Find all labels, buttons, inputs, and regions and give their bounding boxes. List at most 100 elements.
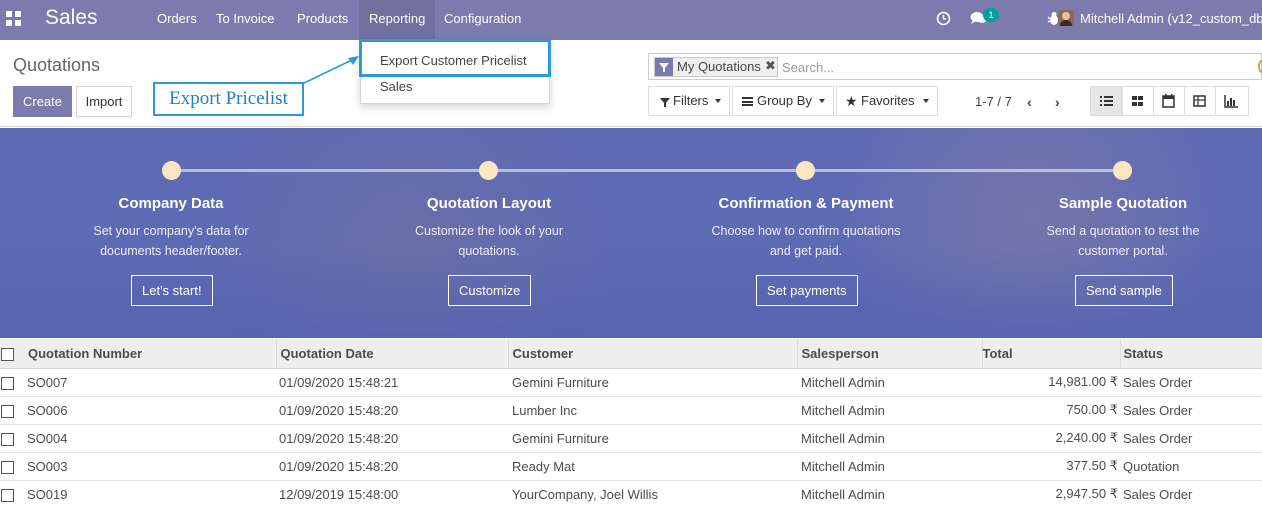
filter-funnel-icon bbox=[655, 58, 673, 76]
facet-label: My Quotations bbox=[677, 59, 761, 74]
cell-status: Sales Order bbox=[1120, 424, 1262, 453]
cell-salesperson: Mitchell Admin bbox=[797, 424, 982, 453]
step-title: Confirmation & Payment bbox=[718, 195, 894, 212]
cell-salesperson: Mitchell Admin bbox=[797, 480, 982, 507]
cell-number: SO003 bbox=[24, 452, 276, 481]
filters-caret-icon bbox=[715, 99, 721, 103]
user-avatar[interactable] bbox=[1058, 10, 1074, 26]
step-title: Company Data bbox=[118, 195, 224, 212]
row-select-cell bbox=[0, 368, 24, 397]
top-navbar: Sales Orders To Invoice Products Reporti… bbox=[0, 0, 1262, 40]
col-quotation-date[interactable]: Quotation Date bbox=[275, 339, 508, 369]
cell-total: 14,981.00 ₹ bbox=[982, 368, 1120, 397]
pager-previous-icon[interactable]: ‹ bbox=[1027, 94, 1032, 110]
select-all-cell bbox=[0, 339, 24, 369]
step-text: Choose how to confirm quotations and get… bbox=[711, 224, 901, 258]
cell-date: 01/09/2020 15:48:20 bbox=[276, 396, 508, 425]
table-row[interactable]: SO006 01/09/2020 15:48:20 Lumber Inc Mit… bbox=[0, 396, 1262, 425]
col-customer[interactable]: Customer bbox=[507, 339, 797, 369]
row-checkbox[interactable] bbox=[1, 432, 14, 446]
row-select-cell bbox=[0, 452, 24, 481]
set-payments-button[interactable]: Set payments bbox=[756, 275, 858, 306]
favorites-button[interactable]: ★ Favorites bbox=[836, 86, 938, 116]
cell-customer: Lumber Inc bbox=[508, 396, 797, 425]
kanban-view-icon[interactable] bbox=[1122, 86, 1154, 116]
app-brand[interactable]: Sales bbox=[45, 6, 98, 30]
list-view-icon[interactable] bbox=[1090, 86, 1122, 116]
highlight-box bbox=[359, 39, 551, 77]
pager-value[interactable]: 1-7 / 7 bbox=[975, 94, 1012, 109]
user-menu[interactable]: Mitchell Admin (v12_custom_db bbox=[1080, 0, 1262, 40]
row-select-cell bbox=[0, 480, 24, 507]
step-title: Sample Quotation bbox=[1058, 195, 1188, 212]
step-text: Send a quotation to test the customer po… bbox=[1046, 224, 1200, 258]
search-facet: My Quotations ✖ bbox=[654, 57, 778, 77]
menu-to-invoice[interactable]: To Invoice bbox=[206, 0, 285, 40]
cell-date: 01/09/2020 15:48:21 bbox=[276, 368, 508, 397]
search-icon[interactable] bbox=[1258, 60, 1262, 73]
row-select-cell bbox=[0, 396, 24, 425]
cell-total: 2,947.50 ₹ bbox=[982, 480, 1120, 507]
activity-clock-icon[interactable] bbox=[936, 11, 951, 26]
cell-status: Sales Order bbox=[1120, 368, 1262, 397]
row-checkbox[interactable] bbox=[1, 488, 14, 502]
remove-facet-icon[interactable]: ✖ bbox=[765, 58, 776, 74]
step-dot-3 bbox=[796, 161, 815, 180]
filters-button[interactable]: Filters bbox=[648, 86, 730, 116]
message-count-badge: 1 bbox=[983, 8, 999, 22]
cell-date: 01/09/2020 15:48:20 bbox=[276, 452, 508, 481]
groupby-button[interactable]: Group By bbox=[732, 86, 834, 116]
app-switcher-icon[interactable] bbox=[6, 11, 22, 27]
col-quotation-number[interactable]: Quotation Number bbox=[24, 339, 276, 369]
cell-customer: Ready Mat bbox=[508, 452, 797, 481]
send-sample-button[interactable]: Send sample bbox=[1075, 275, 1173, 306]
step-text: Customize the look of your quotations. bbox=[415, 224, 563, 258]
lets-start-button[interactable]: Let's start! bbox=[131, 275, 213, 306]
cell-date: 01/09/2020 15:48:20 bbox=[276, 424, 508, 453]
row-select-cell bbox=[0, 424, 24, 453]
step-text: Set your company's data for documents he… bbox=[93, 224, 249, 258]
cell-salesperson: Mitchell Admin bbox=[797, 452, 982, 481]
row-checkbox[interactable] bbox=[1, 460, 14, 474]
import-button[interactable]: Import bbox=[76, 86, 132, 117]
search-input[interactable] bbox=[782, 57, 1252, 77]
cell-number: SO019 bbox=[24, 480, 276, 507]
onboarding-progress-track bbox=[172, 169, 1123, 172]
step-title: Quotation Layout bbox=[426, 195, 552, 212]
row-checkbox[interactable] bbox=[1, 404, 14, 418]
callout-label: Export Pricelist bbox=[153, 82, 304, 116]
pivot-view-icon[interactable] bbox=[1184, 86, 1216, 116]
table-row[interactable]: SO007 01/09/2020 15:48:21 Gemini Furnitu… bbox=[0, 368, 1262, 397]
quotations-table: Quotation Number Quotation Date Customer… bbox=[0, 339, 1262, 507]
star-icon: ★ bbox=[845, 93, 858, 109]
menu-item-sales[interactable]: Sales bbox=[361, 75, 549, 99]
groupby-label: Group By bbox=[757, 93, 812, 108]
menu-configuration[interactable]: Configuration bbox=[434, 0, 531, 40]
col-salesperson[interactable]: Salesperson bbox=[796, 339, 982, 369]
groupby-caret-icon bbox=[819, 99, 825, 103]
menu-reporting[interactable]: Reporting bbox=[359, 0, 436, 40]
cell-status: Sales Order bbox=[1120, 480, 1262, 507]
menu-orders[interactable]: Orders bbox=[147, 0, 207, 40]
cell-customer: Gemini Furniture bbox=[508, 368, 797, 397]
filter-stem-icon bbox=[664, 103, 666, 107]
cell-status: Sales Order bbox=[1120, 396, 1262, 425]
row-checkbox[interactable] bbox=[1, 376, 14, 390]
col-status[interactable]: Status bbox=[1119, 339, 1262, 369]
col-total[interactable]: Total bbox=[981, 339, 1120, 369]
pager-next-icon[interactable]: › bbox=[1055, 94, 1060, 110]
cell-customer: YourCompany, Joel Willis bbox=[508, 480, 797, 507]
graph-view-icon[interactable] bbox=[1215, 86, 1249, 116]
menu-products[interactable]: Products bbox=[287, 0, 358, 40]
favorites-caret-icon bbox=[923, 99, 929, 103]
calendar-view-icon[interactable] bbox=[1153, 86, 1185, 116]
select-all-checkbox[interactable] bbox=[1, 347, 14, 361]
customize-button[interactable]: Customize bbox=[448, 275, 532, 306]
table-row[interactable]: SO004 01/09/2020 15:48:20 Gemini Furnitu… bbox=[0, 424, 1262, 453]
create-button[interactable]: Create bbox=[13, 86, 72, 117]
groupby-middle-bar-icon bbox=[742, 101, 753, 103]
cell-status: Quotation bbox=[1120, 452, 1262, 481]
table-row[interactable]: SO003 01/09/2020 15:48:20 Ready Mat Mitc… bbox=[0, 452, 1262, 481]
cell-salesperson: Mitchell Admin bbox=[797, 368, 982, 397]
table-row[interactable]: SO019 12/09/2019 15:48:00 YourCompany, J… bbox=[0, 480, 1262, 507]
